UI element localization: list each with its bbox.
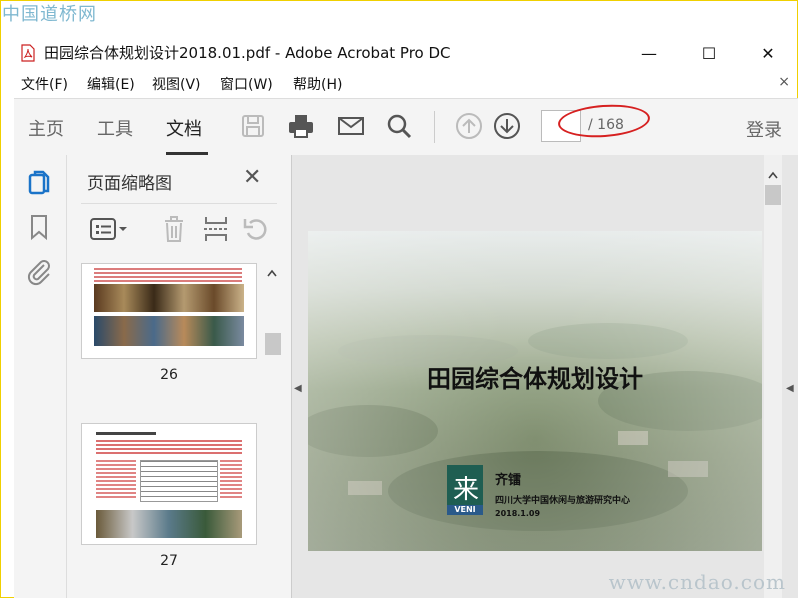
doc-scrollbar-thumb[interactable] xyxy=(765,185,781,205)
login-button[interactable]: 登录 xyxy=(746,116,782,142)
logo-band: VENI xyxy=(447,505,483,515)
logo-glyph: 来 xyxy=(453,475,480,505)
thumbnail-page-26[interactable] xyxy=(81,263,257,359)
panel-divider xyxy=(81,203,277,204)
page-thumbnails-panel: 页面缩略图 ✕ 26 27 xyxy=(67,155,292,598)
previous-page-icon[interactable] xyxy=(454,111,484,141)
menu-window[interactable]: 窗口(W) xyxy=(220,74,273,94)
search-icon[interactable] xyxy=(384,111,414,141)
bookmark-icon[interactable] xyxy=(28,213,50,241)
navigation-pane-strip xyxy=(14,155,67,598)
maximize-button[interactable]: ☐ xyxy=(686,38,732,68)
thumbnail-scrollbar[interactable] xyxy=(263,265,281,598)
pdf-page: 田园综合体规划设计 来 VENI 齐镭 四川大学中国休闲与旅游研究中心 2018… xyxy=(308,231,762,551)
scroll-up-icon[interactable] xyxy=(267,269,277,277)
veni-logo: 来 VENI xyxy=(447,465,483,515)
author-name: 齐镭 xyxy=(495,473,522,488)
menu-bar: 文件(F) 编辑(E) 视图(V) 窗口(W) 帮助(H) × xyxy=(14,72,798,96)
document-scrollbar[interactable] xyxy=(764,155,782,598)
thumbnail-list: 26 27 xyxy=(81,263,257,598)
watermark-bottom: www.cndao.com xyxy=(608,570,786,594)
menu-edit[interactable]: 编辑(E) xyxy=(87,74,135,94)
menu-view[interactable]: 视图(V) xyxy=(152,74,201,94)
rotate-icon[interactable] xyxy=(241,215,271,243)
window-title: 田园综合体规划设计2018.01.pdf - Adobe Acrobat Pro… xyxy=(44,44,451,62)
doc-scroll-up-icon[interactable] xyxy=(768,171,778,179)
document-date: 2018.1.09 xyxy=(495,509,541,518)
options-icon[interactable] xyxy=(89,215,131,243)
scrollbar-thumb[interactable] xyxy=(265,333,281,355)
close-window-button[interactable]: ✕ xyxy=(745,38,791,68)
panel-close-button[interactable]: ✕ xyxy=(243,165,261,190)
delete-icon[interactable] xyxy=(159,215,189,243)
collapse-left-icon[interactable]: ◀ xyxy=(294,383,302,394)
save-icon[interactable] xyxy=(238,111,268,141)
minimize-button[interactable]: — xyxy=(626,38,672,68)
tab-tools[interactable]: 工具 xyxy=(97,115,133,141)
page-thumbnails-icon[interactable] xyxy=(26,169,52,197)
tab-document[interactable]: 文档 xyxy=(166,115,202,141)
next-page-icon[interactable] xyxy=(492,111,522,141)
email-icon[interactable] xyxy=(336,111,366,141)
organization: 四川大学中国休闲与旅游研究中心 xyxy=(495,496,631,506)
toolbar-separator xyxy=(434,111,435,143)
window-titlebar: 田园综合体规划设计2018.01.pdf - Adobe Acrobat Pro… xyxy=(14,36,798,70)
print-icon[interactable] xyxy=(286,111,316,141)
thumbnail-label-27: 27 xyxy=(160,553,178,569)
pdf-file-icon xyxy=(21,44,35,62)
slide-title: 田园综合体规划设计 xyxy=(427,365,643,393)
attachment-icon[interactable] xyxy=(26,257,52,287)
menu-close-button[interactable]: × xyxy=(778,74,790,90)
main-toolbar: 主页 工具 文档 / 168 登录 xyxy=(14,98,798,156)
document-view: ◀ 田园综合体规划设计 来 VENI 齐镭 四川大学中国休闲与旅游研究中心 20… xyxy=(292,155,798,598)
collapse-right-icon[interactable]: ◀ xyxy=(786,383,794,394)
panel-title: 页面缩略图 xyxy=(87,174,172,194)
menu-help[interactable]: 帮助(H) xyxy=(293,74,342,94)
menu-file[interactable]: 文件(F) xyxy=(21,74,68,94)
thumbnail-label-26: 26 xyxy=(160,367,178,383)
watermark-top: 中国道桥网 xyxy=(2,4,97,25)
insert-pages-icon[interactable] xyxy=(201,215,231,243)
tab-home[interactable]: 主页 xyxy=(28,115,64,141)
thumbnail-page-27[interactable] xyxy=(81,423,257,545)
